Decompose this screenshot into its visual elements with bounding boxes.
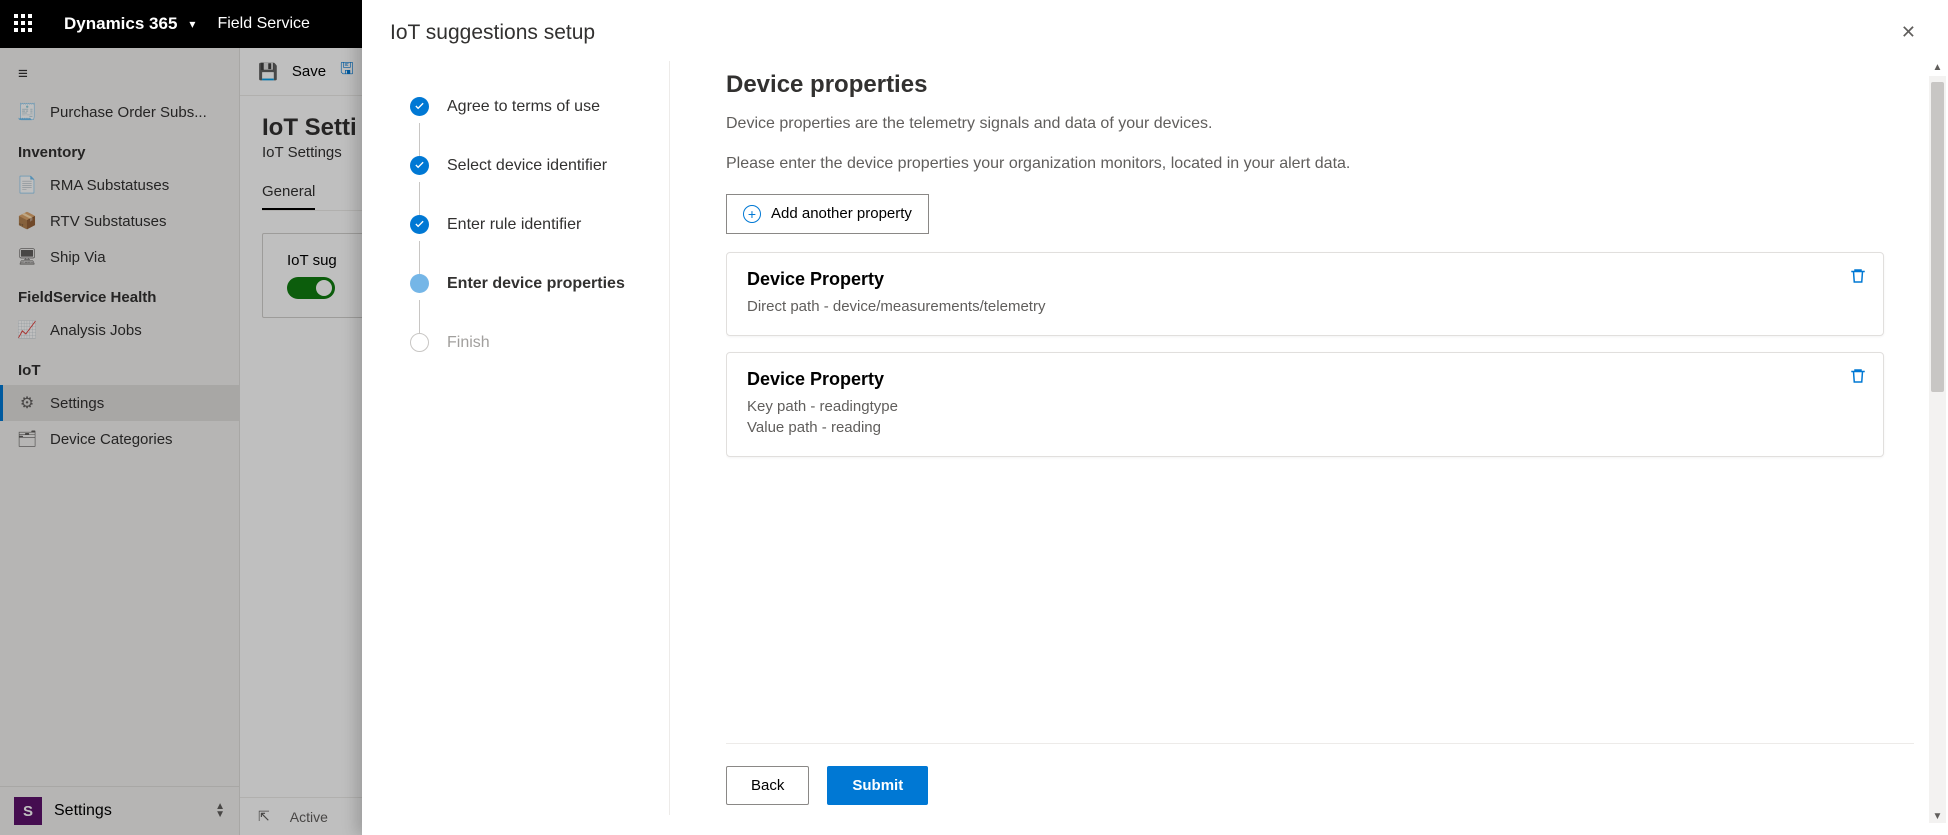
nav-footer[interactable]: S Settings ▲▼ bbox=[0, 786, 239, 835]
tab-general[interactable]: General bbox=[262, 183, 315, 210]
property-title: Device Property bbox=[747, 269, 1863, 290]
step-done-icon bbox=[410, 97, 429, 116]
add-property-label: Add another property bbox=[771, 205, 912, 222]
panel-scrollbar[interactable]: ▲ ▼ bbox=[1929, 76, 1946, 823]
popout-icon[interactable]: ⇱ bbox=[258, 808, 270, 825]
step-rule-identifier[interactable]: Enter rule identifier bbox=[410, 215, 669, 234]
form-heading: Device properties bbox=[726, 71, 1884, 99]
step-label: Agree to terms of use bbox=[447, 98, 600, 116]
scroll-down-icon[interactable]: ▼ bbox=[1929, 809, 1946, 823]
delete-icon[interactable] bbox=[1849, 267, 1867, 290]
nav-item-label: Purchase Order Subs... bbox=[50, 104, 207, 121]
back-button[interactable]: Back bbox=[726, 766, 809, 805]
step-current-icon bbox=[410, 274, 429, 293]
record-state: Active bbox=[290, 809, 328, 825]
step-device-properties[interactable]: Enter device properties bbox=[410, 274, 669, 293]
waffle-icon[interactable] bbox=[14, 14, 34, 34]
box-icon: 📦 bbox=[18, 212, 36, 230]
nav-analysis-jobs[interactable]: 📈 Analysis Jobs bbox=[0, 312, 239, 348]
analysis-icon: 📈 bbox=[18, 321, 36, 339]
settings-icon: ⚙ bbox=[18, 394, 36, 412]
property-line: Key path - readingtype bbox=[747, 398, 1863, 415]
nav-group-iot: IoT bbox=[0, 348, 239, 385]
device-property-card[interactable]: Device Property Key path - readingtype V… bbox=[726, 352, 1884, 457]
area-label: Settings bbox=[54, 802, 203, 820]
step-device-identifier[interactable]: Select device identifier bbox=[410, 156, 669, 175]
property-line: Value path - reading bbox=[747, 419, 1863, 436]
receipt-icon: 🧾 bbox=[18, 103, 36, 121]
area-tile: S bbox=[14, 797, 42, 825]
save-button[interactable]: Save bbox=[292, 63, 326, 80]
step-done-icon bbox=[410, 215, 429, 234]
panel-title: IoT suggestions setup bbox=[390, 21, 595, 45]
add-property-button[interactable]: + Add another property bbox=[726, 194, 929, 234]
step-done-icon bbox=[410, 156, 429, 175]
doc-icon: 📄 bbox=[18, 176, 36, 194]
hamburger-icon[interactable]: ≡ bbox=[0, 54, 239, 94]
form-description-1: Device properties are the telemetry sign… bbox=[726, 113, 1884, 135]
nav-device-categories[interactable]: 🗂 Device Categories bbox=[0, 421, 239, 457]
left-nav: ≡ 🧾 Purchase Order Subs... Inventory 📄 R… bbox=[0, 48, 240, 835]
nav-ship-via[interactable]: 🖥 Ship Via bbox=[0, 239, 239, 275]
form-description-2: Please enter the device properties your … bbox=[726, 153, 1884, 175]
step-finish[interactable]: Finish bbox=[410, 333, 669, 352]
save-icon: 💾 bbox=[258, 62, 278, 82]
property-line: Direct path - device/measurements/teleme… bbox=[747, 298, 1863, 315]
panel-footer: Back Submit bbox=[726, 743, 1914, 815]
chevron-down-icon[interactable]: ▾ bbox=[189, 17, 195, 31]
nav-group-health: FieldService Health bbox=[0, 275, 239, 312]
device-property-card[interactable]: Device Property Direct path - device/mea… bbox=[726, 252, 1884, 336]
plus-icon: + bbox=[743, 205, 761, 223]
step-label: Finish bbox=[447, 334, 490, 352]
app-name[interactable]: Field Service bbox=[217, 15, 309, 33]
step-label: Enter device properties bbox=[447, 275, 625, 293]
nav-rtv-substatuses[interactable]: 📦 RTV Substatuses bbox=[0, 203, 239, 239]
nav-purchase-order-subs[interactable]: 🧾 Purchase Order Subs... bbox=[0, 94, 239, 130]
save-close-icon[interactable]: 🖫 bbox=[340, 58, 354, 85]
step-pending-icon bbox=[410, 333, 429, 352]
nav-item-label: Device Categories bbox=[50, 431, 173, 448]
brand-name: Dynamics 365 bbox=[64, 14, 177, 34]
area-switch-icon[interactable]: ▲▼ bbox=[215, 803, 225, 819]
iot-suggestions-toggle[interactable] bbox=[287, 277, 335, 299]
scroll-thumb[interactable] bbox=[1931, 82, 1944, 392]
nav-iot-settings[interactable]: ⚙ Settings bbox=[0, 385, 239, 421]
wizard-stepper: Agree to terms of use Select device iden… bbox=[410, 61, 670, 815]
close-icon[interactable]: ✕ bbox=[1897, 18, 1920, 47]
iot-suggestions-panel: IoT suggestions setup ✕ Agree to terms o… bbox=[362, 0, 1948, 835]
nav-group-inventory: Inventory bbox=[0, 130, 239, 167]
nav-rma-substatuses[interactable]: 📄 RMA Substatuses bbox=[0, 167, 239, 203]
property-title: Device Property bbox=[747, 369, 1863, 390]
step-terms[interactable]: Agree to terms of use bbox=[410, 97, 669, 116]
submit-button[interactable]: Submit bbox=[827, 766, 928, 805]
scroll-up-icon[interactable]: ▲ bbox=[1929, 60, 1946, 74]
delete-icon[interactable] bbox=[1849, 367, 1867, 390]
nav-item-label: Analysis Jobs bbox=[50, 322, 142, 339]
nav-item-label: Settings bbox=[50, 395, 104, 412]
step-label: Enter rule identifier bbox=[447, 216, 581, 234]
panel-form: Device properties Device properties are … bbox=[694, 61, 1920, 815]
category-icon: 🗂 bbox=[18, 430, 36, 448]
ship-icon: 🖥 bbox=[18, 248, 36, 266]
step-label: Select device identifier bbox=[447, 157, 607, 175]
nav-item-label: RTV Substatuses bbox=[50, 213, 166, 230]
nav-item-label: RMA Substatuses bbox=[50, 177, 169, 194]
nav-item-label: Ship Via bbox=[50, 249, 106, 266]
